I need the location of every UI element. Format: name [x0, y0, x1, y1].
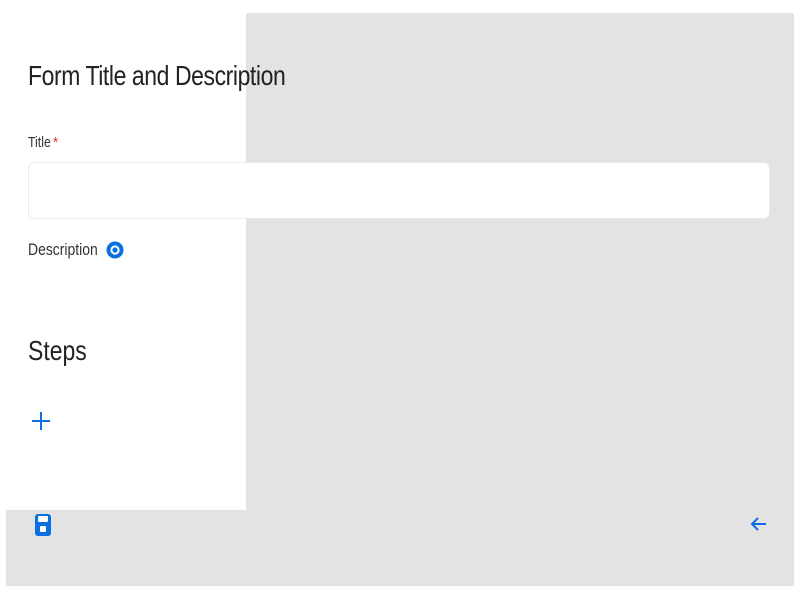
description-label: Description — [28, 240, 98, 259]
description-row: Description — [28, 240, 125, 260]
form-title-heading: Form Title and Description — [28, 60, 286, 91]
required-marker: * — [53, 134, 59, 151]
steps-heading: Steps — [28, 335, 87, 366]
title-label-text: Title — [28, 134, 51, 151]
arrow-left-icon[interactable] — [748, 513, 770, 535]
plus-icon[interactable] — [30, 410, 52, 432]
help-circle-icon[interactable] — [105, 240, 125, 260]
title-field-label: Title * — [28, 134, 58, 151]
save-icon[interactable] — [33, 512, 53, 538]
title-input[interactable] — [28, 162, 770, 219]
form-editor: Form Title and Description Title * Descri… — [0, 0, 800, 600]
